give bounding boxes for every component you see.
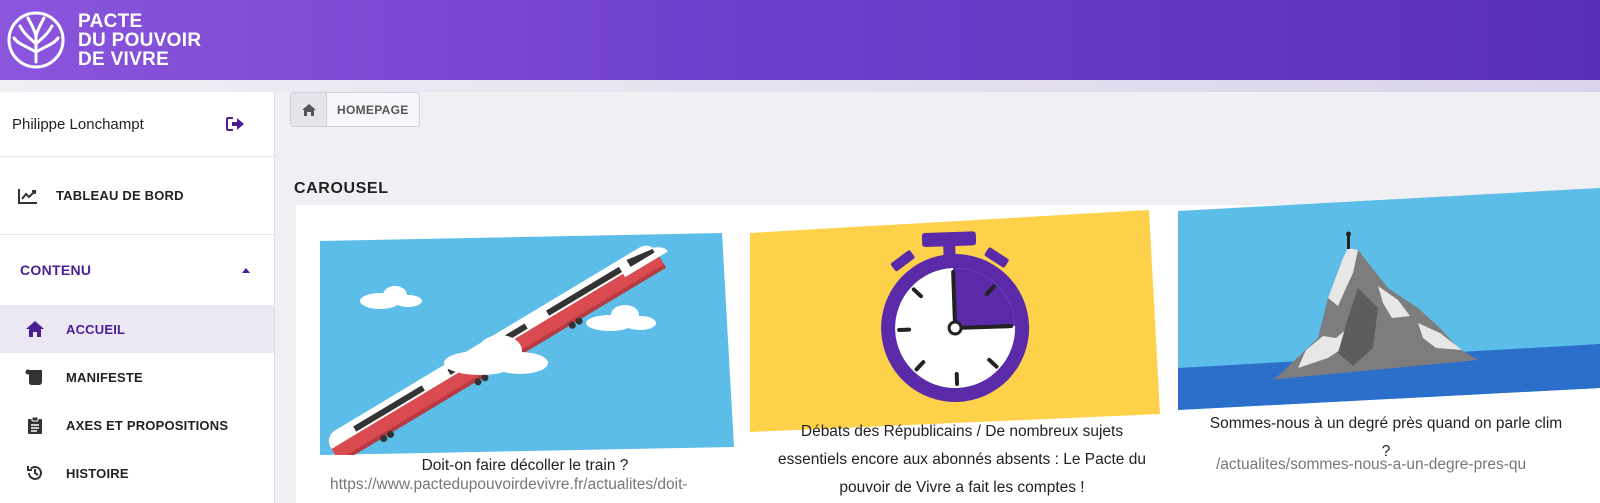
caret-up-icon <box>242 267 250 273</box>
section-title: CAROUSEL <box>294 180 389 197</box>
card-url[interactable]: /actualites/sommes-nous-a-un-degre-pres-… <box>1216 456 1600 474</box>
train-illustration <box>320 233 734 455</box>
sidebar: Philippe Lonchampt TABLEAU DE BORD CONTE… <box>0 92 275 503</box>
card-url[interactable]: https://www.pactedupouvoirdevivre.fr/act… <box>330 476 736 494</box>
card-image-train[interactable] <box>320 233 734 455</box>
card-title-line: Débats des Républicains / De nombreux su… <box>800 423 1124 440</box>
home-icon <box>301 103 316 116</box>
card-title-line: pouvoir de Vivre a fait les comptes ! <box>839 479 1085 496</box>
sidebar-section-content[interactable]: CONTENU <box>0 235 274 305</box>
scroll-icon <box>24 367 46 387</box>
card-title-line: essentiels encore aux abonnés absents : … <box>778 451 1146 468</box>
brand-line-3: DE VIVRE <box>78 48 170 70</box>
sign-out-icon[interactable] <box>226 116 244 132</box>
clipboard-icon <box>24 415 46 435</box>
sidebar-item-label: HISTOIRE <box>66 465 129 481</box>
home-icon <box>24 319 46 339</box>
sidebar-item-dashboard[interactable]: TABLEAU DE BORD <box>0 157 274 235</box>
sidebar-item-accueil[interactable]: ACCUEIL <box>0 305 274 353</box>
sidebar-section-label: CONTENU <box>20 262 92 278</box>
sidebar-item-axes[interactable]: AXES ET PROPOSITIONS <box>0 401 274 449</box>
stopwatch-illustration <box>750 210 1160 432</box>
card-title: Débats des Républicains / De nombreux su… <box>752 418 1172 502</box>
user-row: Philippe Lonchampt <box>0 92 274 157</box>
brand-line-1: PACTE <box>78 10 143 32</box>
card-title-line: Sommes-nous à un degré près quand on par… <box>1209 415 1563 432</box>
breadcrumb-current: HOMEPAGE <box>337 102 409 117</box>
logo-tree-icon <box>7 11 65 69</box>
user-name: Philippe Lonchampt <box>12 115 144 133</box>
top-header-bar: PACTE DU POUVOIR DE VIVRE <box>0 0 1600 80</box>
sidebar-item-histoire[interactable]: HISTOIRE <box>0 449 274 497</box>
sidebar-item-manifeste[interactable]: MANIFESTE <box>0 353 274 401</box>
mountain-illustration <box>1178 188 1600 410</box>
card-image-stopwatch[interactable] <box>750 210 1162 432</box>
card-image-mountain[interactable] <box>1178 188 1600 410</box>
brand-line-2: DU POUVOIR <box>78 29 202 51</box>
breadcrumb: HOMEPAGE <box>290 92 420 127</box>
sidebar-item-label: MANIFESTE <box>66 369 143 385</box>
brand-name: PACTE DU POUVOIR DE VIVRE <box>78 12 201 69</box>
header-shadow <box>0 80 1600 92</box>
chart-line-icon <box>18 188 37 204</box>
history-icon <box>24 463 46 483</box>
sidebar-item-label: AXES ET PROPOSITIONS <box>66 417 229 433</box>
sidebar-item-label: ACCUEIL <box>66 321 126 337</box>
brand-logo[interactable]: PACTE DU POUVOIR DE VIVRE <box>6 10 201 70</box>
sidebar-item-label: TABLEAU DE BORD <box>56 188 184 203</box>
breadcrumb-home[interactable] <box>291 93 327 126</box>
